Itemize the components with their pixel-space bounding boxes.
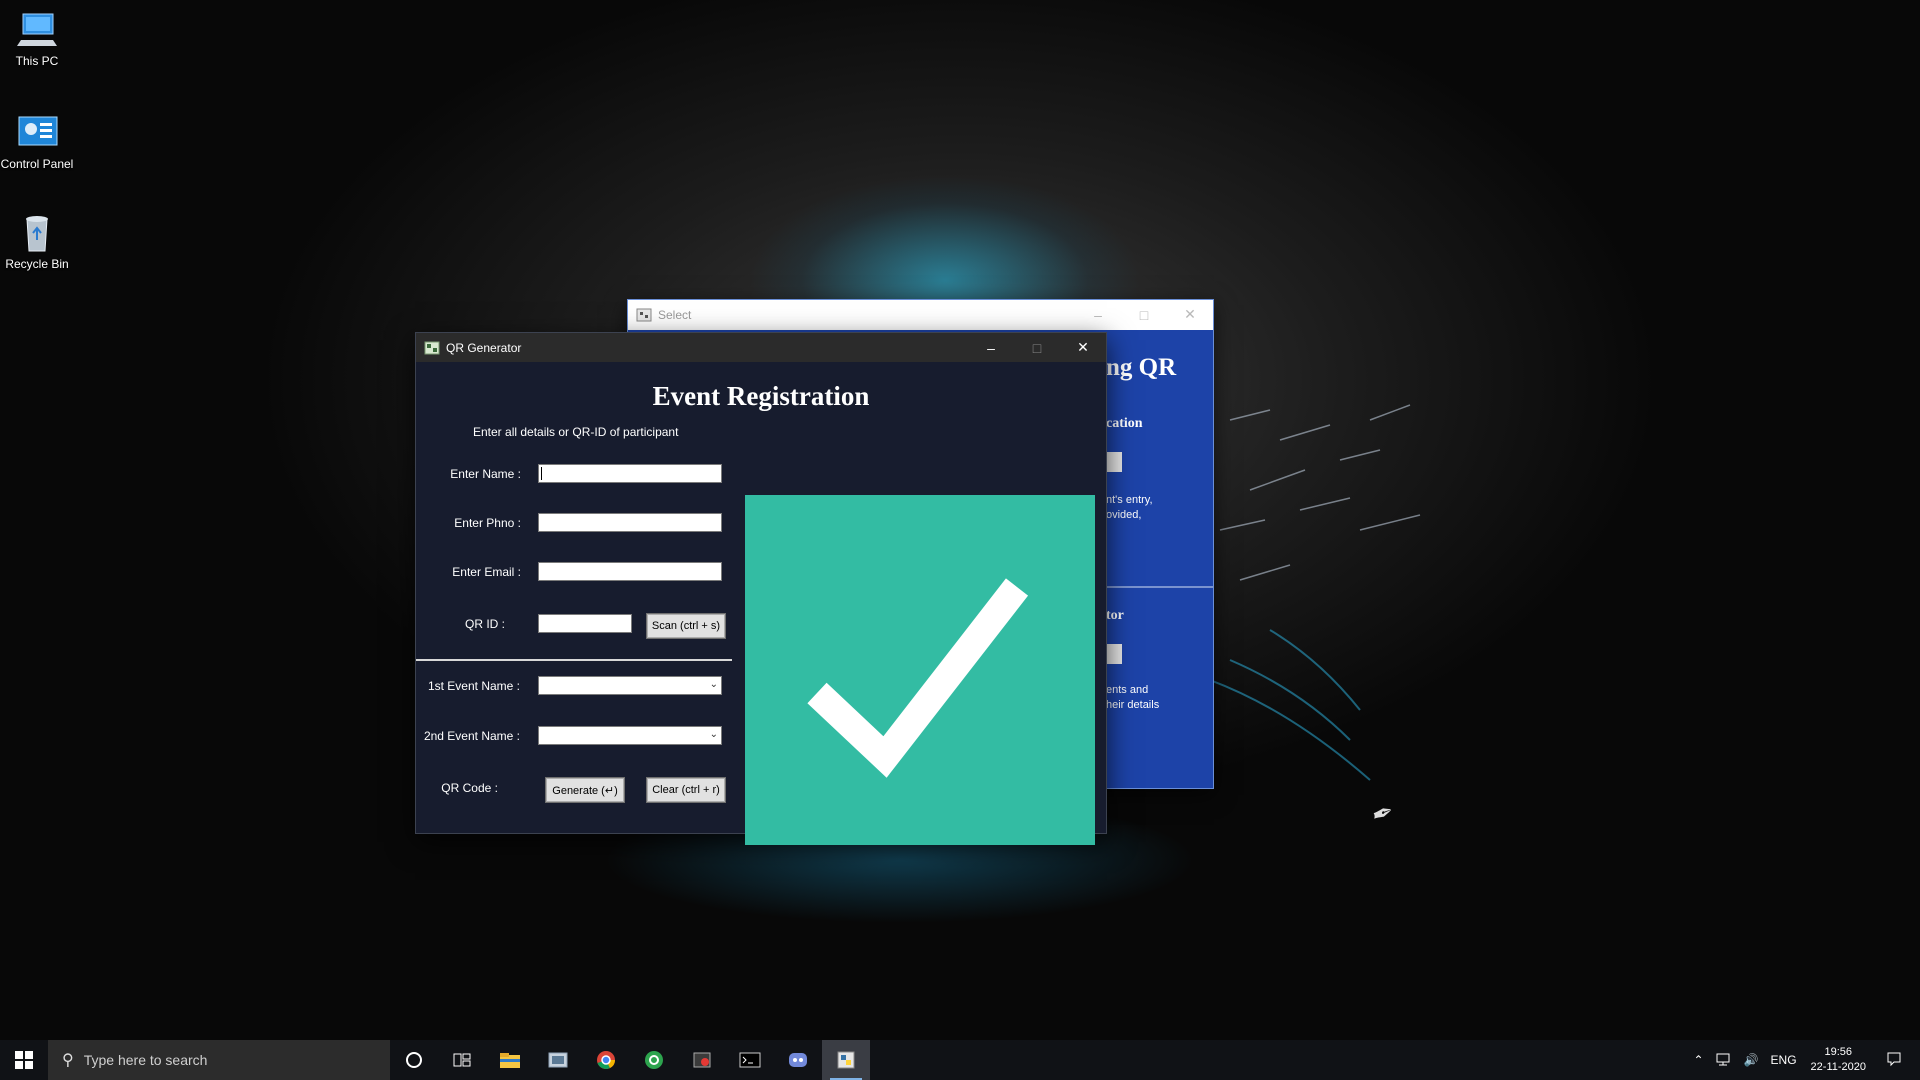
option-radio[interactable] bbox=[1106, 452, 1122, 472]
discord-button[interactable] bbox=[774, 1040, 822, 1080]
terminal-button[interactable] bbox=[726, 1040, 774, 1080]
close-button[interactable]: ✕ bbox=[1167, 300, 1213, 329]
qr-id-input[interactable] bbox=[538, 614, 632, 633]
desktop-icon-control-panel[interactable]: Control Panel bbox=[0, 113, 82, 171]
terminal-icon bbox=[739, 1052, 761, 1068]
file-explorer-button[interactable] bbox=[486, 1040, 534, 1080]
media-button[interactable] bbox=[678, 1040, 726, 1080]
qr-generator-title: QR Generator bbox=[446, 340, 522, 355]
email-input[interactable] bbox=[538, 562, 722, 581]
python-qr-app-button[interactable] bbox=[822, 1040, 870, 1080]
computer-icon bbox=[15, 10, 59, 50]
browser-button[interactable] bbox=[630, 1040, 678, 1080]
name-label: Enter Name : bbox=[450, 467, 521, 481]
chrome-button[interactable] bbox=[582, 1040, 630, 1080]
chevron-up-icon[interactable]: ⌃ bbox=[1694, 1053, 1704, 1067]
cortana-icon bbox=[406, 1052, 422, 1068]
discord-icon bbox=[789, 1053, 807, 1067]
email-label: Enter Email : bbox=[452, 565, 521, 579]
section-generator-title: tor bbox=[1106, 608, 1124, 623]
name-input[interactable] bbox=[538, 464, 722, 483]
registration-form: Event Registration Enter all details or … bbox=[416, 363, 1106, 845]
desktop-icon-label: This PC bbox=[15, 54, 59, 68]
python-app-icon bbox=[636, 308, 652, 322]
task-view-icon bbox=[453, 1053, 471, 1067]
windows-icon bbox=[15, 1051, 33, 1069]
search-icon: ⚲ bbox=[62, 1052, 74, 1069]
page-title: Event Registration bbox=[652, 381, 870, 411]
file-explorer-icon bbox=[500, 1053, 520, 1068]
system-tray: ⌃ 🔊 ENG 19:56 22-11-2020 bbox=[1688, 1040, 1920, 1080]
maximize-button[interactable]: □ bbox=[1014, 333, 1060, 362]
qr-code-label: QR Code : bbox=[441, 781, 498, 795]
start-button[interactable] bbox=[0, 1040, 48, 1080]
photos-icon bbox=[548, 1052, 568, 1068]
select-heading: ng QR bbox=[1106, 354, 1177, 381]
qr-generator-titlebar[interactable]: QR Generator – □ ✕ bbox=[416, 333, 1106, 362]
recycle-bin-icon bbox=[15, 213, 59, 253]
desktop-icon-this-pc[interactable]: This PC bbox=[0, 10, 82, 68]
media-icon bbox=[693, 1052, 711, 1068]
qr-result-panel bbox=[745, 495, 1095, 845]
action-center-icon[interactable] bbox=[1886, 1051, 1902, 1070]
generate-button[interactable]: Generate (↵) bbox=[545, 777, 625, 803]
python-app-icon bbox=[424, 341, 440, 355]
clock-time: 19:56 bbox=[1824, 1046, 1853, 1058]
section-divider bbox=[1106, 586, 1213, 588]
photos-button[interactable] bbox=[534, 1040, 582, 1080]
wallpaper-signature: ✒ bbox=[1365, 797, 1397, 833]
close-button[interactable]: ✕ bbox=[1060, 333, 1106, 362]
clear-button[interactable]: Clear (ctrl + r) bbox=[646, 777, 726, 803]
taskbar-clock[interactable]: 19:56 22-11-2020 bbox=[1811, 1045, 1866, 1075]
python-qr-app-icon bbox=[837, 1051, 855, 1069]
select-window-titlebar[interactable]: Select – □ ✕ bbox=[628, 300, 1213, 329]
phone-label: Enter Phno : bbox=[454, 516, 521, 530]
browser-icon bbox=[645, 1051, 663, 1069]
qr-generator-window[interactable]: QR Generator – □ ✕ Event Registration En… bbox=[415, 332, 1107, 845]
minimize-button[interactable]: – bbox=[968, 333, 1014, 362]
scan-button[interactable]: Scan (ctrl + s) bbox=[646, 613, 726, 639]
taskbar-search-box[interactable]: ⚲ Type here to search bbox=[48, 1040, 390, 1080]
instruction-text: Enter all details or QR-ID of participan… bbox=[473, 425, 679, 439]
maximize-button[interactable]: □ bbox=[1121, 300, 1167, 329]
desktop-icon-recycle-bin[interactable]: Recycle Bin bbox=[0, 213, 82, 271]
option-radio[interactable] bbox=[1106, 644, 1122, 664]
wallpaper-sparks bbox=[1210, 404, 1421, 781]
qr-id-label: QR ID : bbox=[464, 617, 505, 631]
event1-label: 1st Event Name : bbox=[427, 679, 520, 693]
language-indicator[interactable]: ENG bbox=[1771, 1053, 1797, 1067]
event1-select[interactable]: ⌄ bbox=[538, 676, 722, 695]
phone-input[interactable] bbox=[538, 513, 722, 532]
search-placeholder: Type here to search bbox=[83, 1052, 208, 1068]
volume-icon[interactable]: 🔊 bbox=[1744, 1053, 1759, 1067]
event2-select[interactable]: ⌄ bbox=[538, 726, 722, 745]
select-window-title: Select bbox=[658, 307, 692, 322]
clock-date: 22-11-2020 bbox=[1810, 1061, 1866, 1073]
desktop-icon-label: Control Panel bbox=[0, 157, 74, 171]
section-verification-desc: nt's entry, ovided, bbox=[1106, 494, 1153, 521]
chevron-down-icon: ⌄ bbox=[709, 729, 718, 740]
section-verification-title: cation bbox=[1106, 416, 1143, 431]
checkmark-icon bbox=[807, 578, 1029, 778]
control-panel-icon bbox=[15, 113, 59, 153]
chrome-icon bbox=[597, 1051, 615, 1069]
network-icon[interactable] bbox=[1716, 1052, 1732, 1069]
desktop-icon-label: Recycle Bin bbox=[5, 257, 69, 271]
form-divider bbox=[416, 659, 732, 661]
cortana-button[interactable] bbox=[390, 1040, 438, 1080]
chevron-down-icon: ⌄ bbox=[709, 679, 718, 690]
section-generator-desc: ents and heir details bbox=[1106, 684, 1160, 711]
taskbar: ⚲ Type here to search ⌃ 🔊 ENG 19:56 22-1… bbox=[0, 1040, 1920, 1080]
event2-label: 2nd Event Name : bbox=[423, 729, 520, 743]
minimize-button[interactable]: – bbox=[1075, 300, 1121, 329]
text-cursor bbox=[541, 467, 542, 480]
task-view-button[interactable] bbox=[438, 1040, 486, 1080]
